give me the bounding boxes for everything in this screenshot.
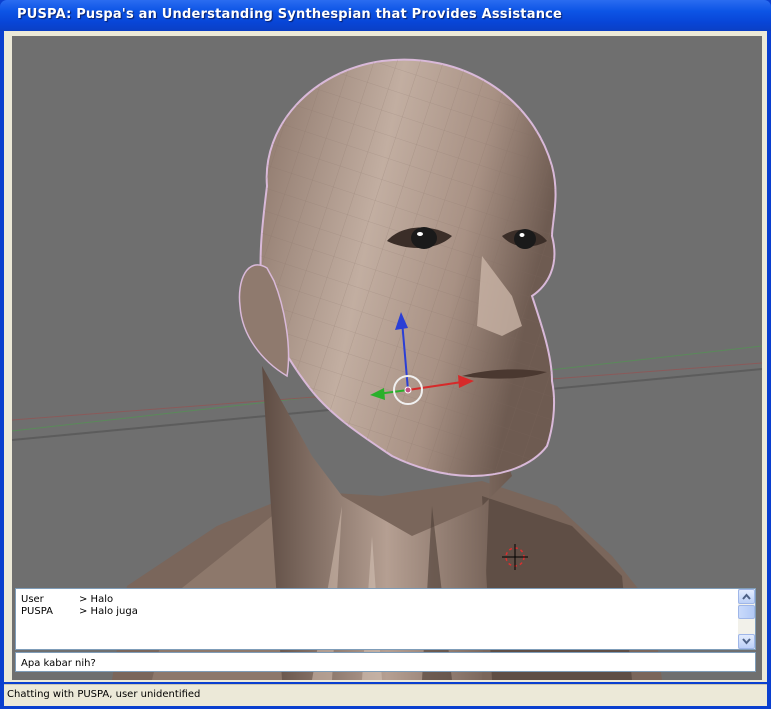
chat-input[interactable] [15, 652, 756, 672]
chat-speaker: PUSPA [21, 606, 53, 617]
chat-scrollbar[interactable] [738, 589, 755, 649]
chat-message: > Halo [79, 594, 114, 605]
chat-line: User > Halo [21, 594, 113, 605]
scroll-down-button[interactable] [738, 634, 755, 649]
window-title: PUSPA: Puspa's an Understanding Synthesp… [17, 7, 563, 22]
title-bar[interactable]: PUSPA: Puspa's an Understanding Synthesp… [0, 0, 771, 31]
chat-line: PUSPA > Halo juga [21, 606, 138, 617]
chat-log[interactable]: User > Halo PUSPA > Halo juga [15, 588, 756, 650]
status-text: Chatting with PUSPA, user unidentified [7, 689, 201, 700]
status-bar: Chatting with PUSPA, user unidentified [4, 684, 767, 706]
chat-message: > Halo juga [79, 606, 138, 617]
chat-speaker: User [21, 594, 44, 605]
app-window: PUSPA: Puspa's an Understanding Synthesp… [0, 0, 771, 709]
chevron-up-icon [742, 593, 751, 600]
scroll-thumb[interactable] [738, 605, 755, 619]
scroll-up-button[interactable] [738, 589, 755, 604]
head-model-scene[interactable] [12, 36, 762, 680]
3d-viewport[interactable] [12, 36, 762, 680]
chevron-down-icon [742, 638, 751, 645]
